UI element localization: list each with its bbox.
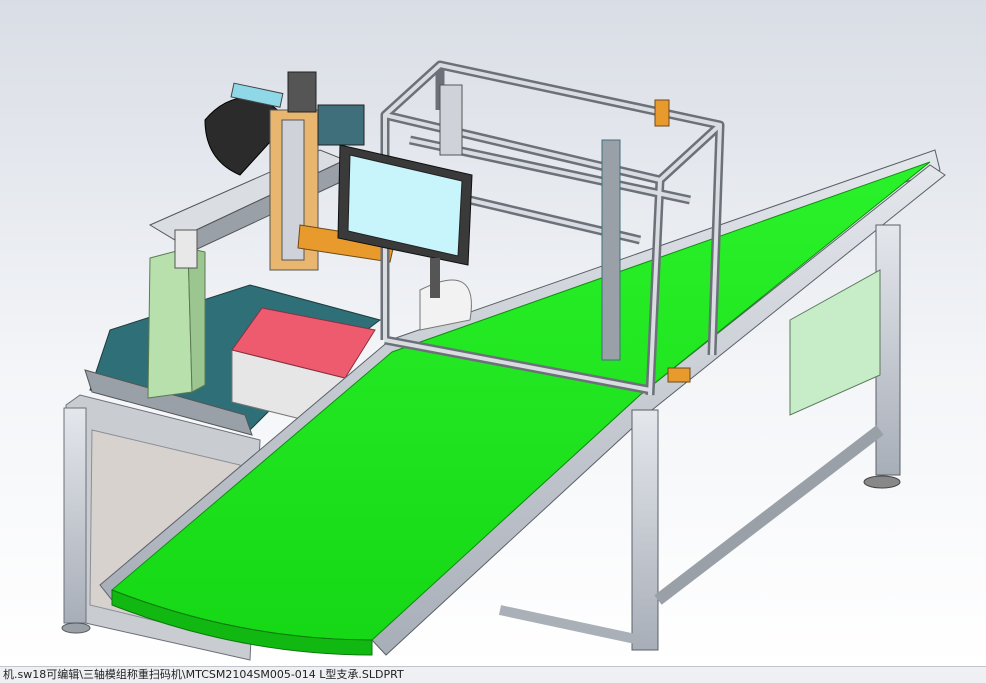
weighing-scanner-machine-model [61,60,946,661]
l-bracket-support [147,229,206,399]
touchscreen-monitor [337,144,473,298]
file-path-text: 机.sw18可编辑\三轴模组称重扫码机\MTCSM2104SM005-014 L… [3,668,404,681]
cad-3d-viewport[interactable] [0,0,986,666]
status-bar: 机.sw18可编辑\三轴模组称重扫码机\MTCSM2104SM005-014 L… [0,666,986,683]
